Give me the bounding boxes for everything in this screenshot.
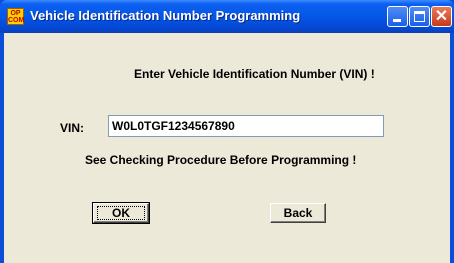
- vin-programming-window: OP COM Vehicle Identification Number Pro…: [0, 0, 454, 263]
- dialog-body: Enter Vehicle Identification Number (VIN…: [4, 33, 450, 263]
- minimize-button[interactable]: [387, 6, 408, 27]
- minimize-icon: [393, 19, 401, 22]
- title-bar[interactable]: OP COM Vehicle Identification Number Pro…: [0, 0, 454, 33]
- ok-button[interactable]: OK: [92, 202, 150, 224]
- vin-instruction-text: Enter Vehicle Identification Number (VIN…: [134, 67, 375, 81]
- window-title: Vehicle Identification Number Programmin…: [30, 8, 301, 23]
- close-icon: ✕: [434, 8, 449, 25]
- maximize-icon: [414, 11, 425, 22]
- focus-rectangle: [97, 206, 145, 220]
- checking-procedure-warning: See Checking Procedure Before Programmin…: [85, 153, 357, 167]
- back-button[interactable]: Back: [270, 203, 326, 223]
- vin-label: VIN:: [60, 121, 84, 135]
- opcom-app-icon[interactable]: OP COM: [7, 8, 24, 25]
- maximize-button[interactable]: [409, 6, 430, 27]
- back-button-label: Back: [283, 206, 313, 220]
- close-button[interactable]: ✕: [431, 6, 452, 27]
- vin-input[interactable]: [108, 115, 384, 137]
